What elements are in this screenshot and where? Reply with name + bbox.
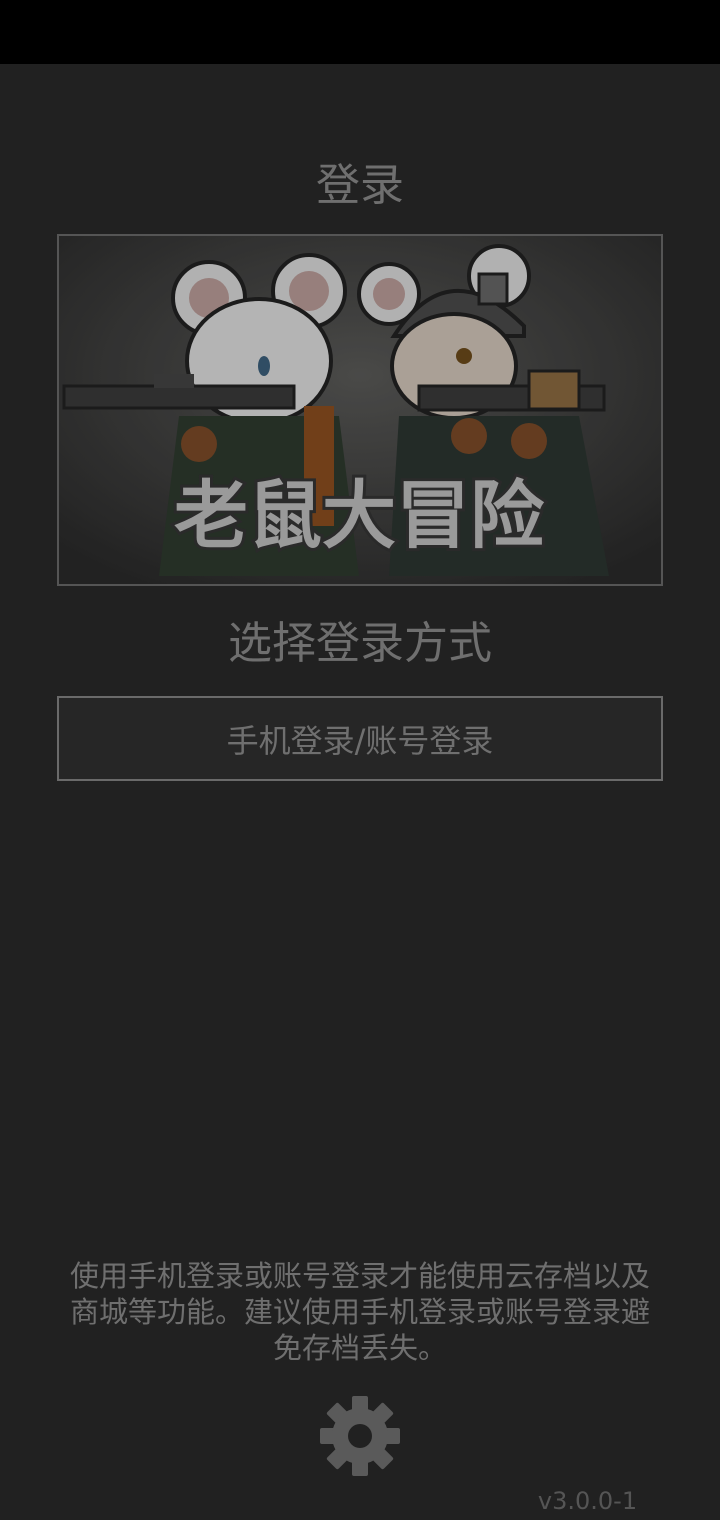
login-method-prompt: 选择登录方式 bbox=[228, 618, 492, 669]
settings-button[interactable] bbox=[318, 1394, 402, 1478]
gear-icon bbox=[320, 1396, 400, 1476]
status-bar bbox=[0, 0, 720, 64]
game-banner-art: 老鼠大冒险 bbox=[59, 236, 661, 584]
game-banner: 老鼠大冒险 bbox=[57, 234, 663, 586]
phone-account-login-button[interactable]: 手机登录/账号登录 bbox=[57, 696, 663, 781]
phone-account-login-label: 手机登录/账号登录 bbox=[226, 721, 494, 760]
cloud-save-notice: 使用手机登录或账号登录才能使用云存档以及商城等功能。建议使用手机登录或账号登录避… bbox=[69, 1259, 650, 1365]
page-title: 登录 bbox=[316, 160, 404, 211]
version-label: v3.0.0-1 bbox=[537, 1487, 638, 1515]
game-logo-text: 老鼠大冒险 bbox=[174, 473, 545, 559]
